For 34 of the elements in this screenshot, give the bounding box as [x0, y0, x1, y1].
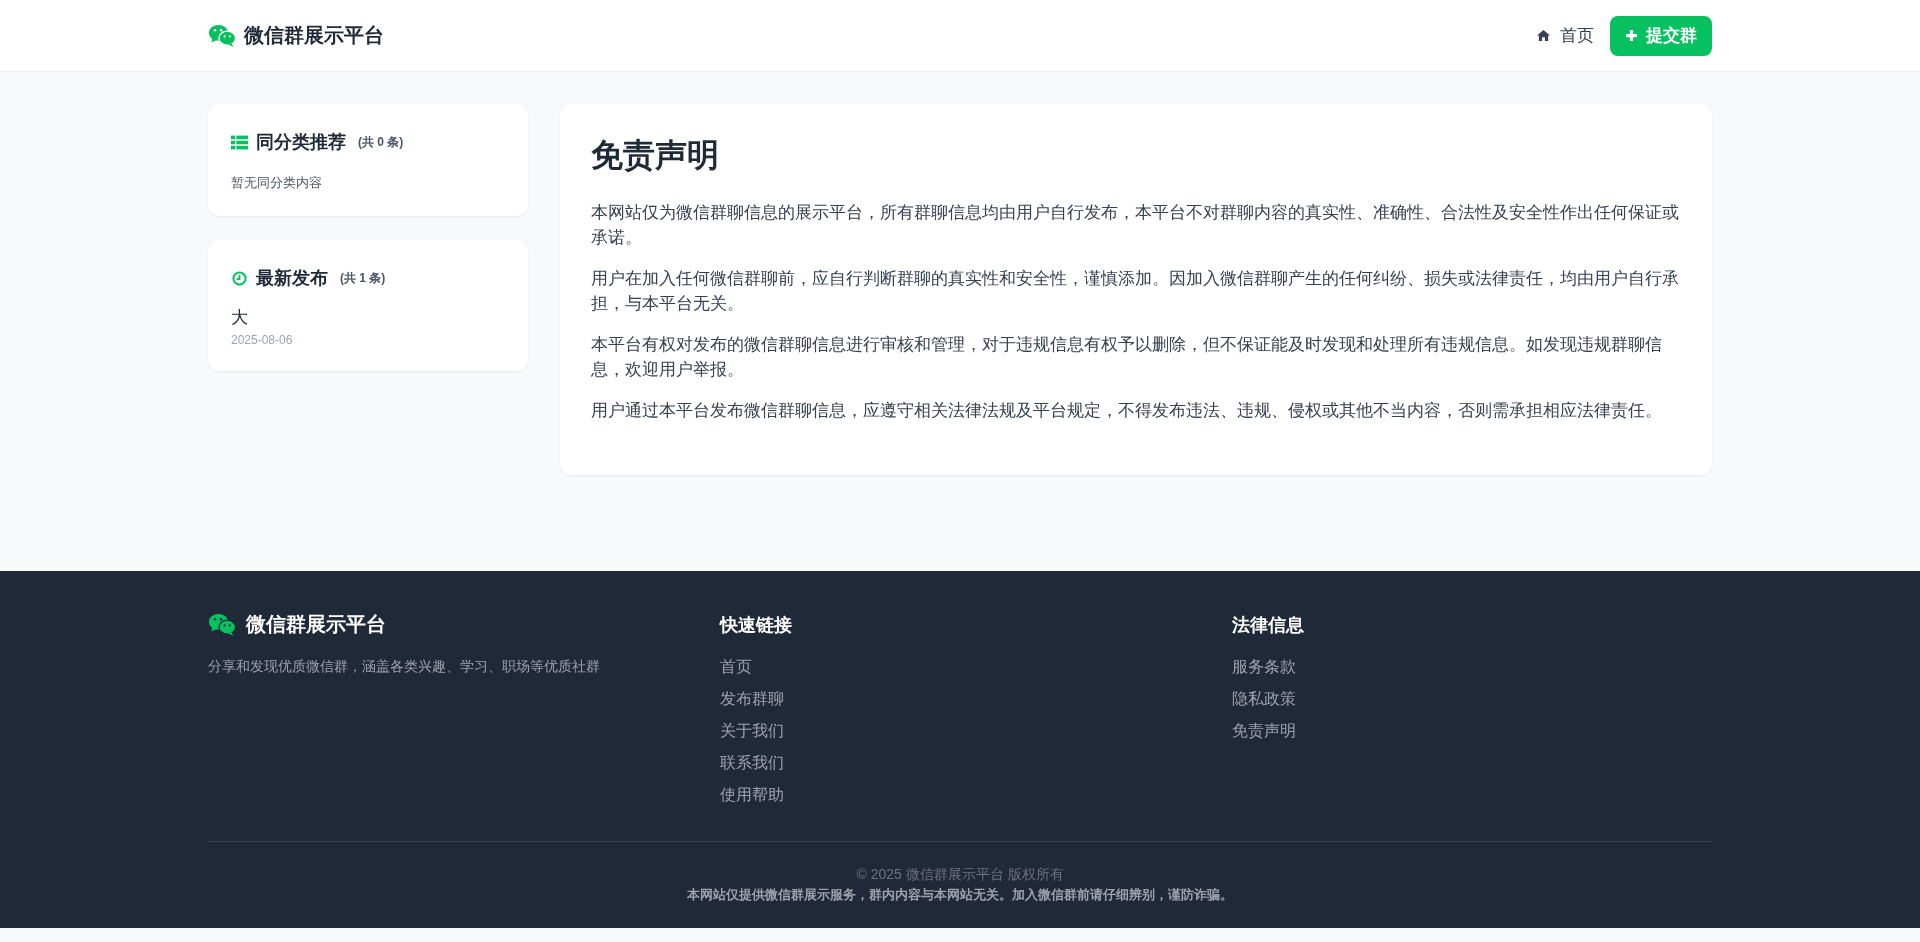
plus-icon: [1625, 29, 1638, 42]
footer-link[interactable]: 关于我们: [720, 715, 1232, 747]
footer-link[interactable]: 发布群聊: [720, 683, 1232, 715]
list-icon: [231, 134, 248, 150]
item-count: (共 0 条): [358, 133, 404, 151]
card-title: 最新发布: [256, 267, 328, 290]
footer-link[interactable]: 使用帮助: [720, 779, 1232, 811]
footer-link[interactable]: 免责声明: [1232, 715, 1712, 747]
publish-date: 2025-08-06: [231, 333, 294, 347]
article-paragraph: 本网站仅为微信群聊信息的展示平台，所有群聊信息均由用户自行发布，本平台不对群聊内容的真实性、准确性、合法性及安全性作出任何保证或承诺。: [591, 202, 1680, 248]
footer-link[interactable]: 首页: [720, 651, 1232, 683]
brand-link[interactable]: 微信群展示平台: [208, 22, 384, 49]
article-paragraph: 本平台有权对发布的微信群聊信息进行审核和管理，对于违规信息有权予以删除，但不保证能及时发现和处理所有违规信息。如发现违规群聊信息，欢迎用户举报。: [591, 334, 1663, 380]
chat-bubbles-icon: [208, 23, 236, 48]
group-link[interactable]: 大: [231, 306, 505, 329]
footer-link[interactable]: 隐私政策: [1232, 683, 1712, 715]
footer-tagline: 分享和发现优质微信群，涵盖各类兴趣、学习、职场等优质社群: [208, 658, 601, 676]
footer-heading: 法律信息: [1232, 614, 1305, 637]
clock-icon: [231, 270, 248, 286]
article-title: 免责声明: [591, 136, 720, 175]
copyright-text: © 2025 微信群展示平台 版权所有: [855, 866, 1065, 884]
card-title: 同分类推荐: [256, 131, 346, 154]
chat-bubbles-icon: [208, 612, 236, 637]
footer-heading: 快速链接: [720, 614, 793, 637]
article-paragraph: 用户在加入任何微信群聊前，应自行判断群聊的真实性和安全性，谨慎添加。因加入微信群聊产生的任何纠纷、损失或法律责任，均由用户自行承担，与本平台无关。: [591, 268, 1680, 314]
footer-notice: 本网站仅提供微信群展示服务，群内内容与本网站无关。加入微信群前请仔细辨别，谨防诈骗。: [686, 886, 1234, 904]
footer-brand: 微信群展示平台: [246, 612, 386, 637]
nav-link[interactable]: 首页: [1536, 24, 1594, 47]
item-count: (共 1 条): [340, 269, 386, 287]
footer-link[interactable]: 服务条款: [1232, 651, 1712, 683]
article-paragraph: 用户通过本平台发布微信群聊信息，应遵守相关法律法规及平台规定，不得发布违法、违规、侵权或其他不当内容，否则需承担相应法律责任。: [591, 400, 1663, 421]
empty-message: 暂无同分类内容: [231, 174, 323, 192]
home-icon: [1536, 29, 1551, 42]
footer-link[interactable]: 联系我们: [720, 747, 1232, 779]
